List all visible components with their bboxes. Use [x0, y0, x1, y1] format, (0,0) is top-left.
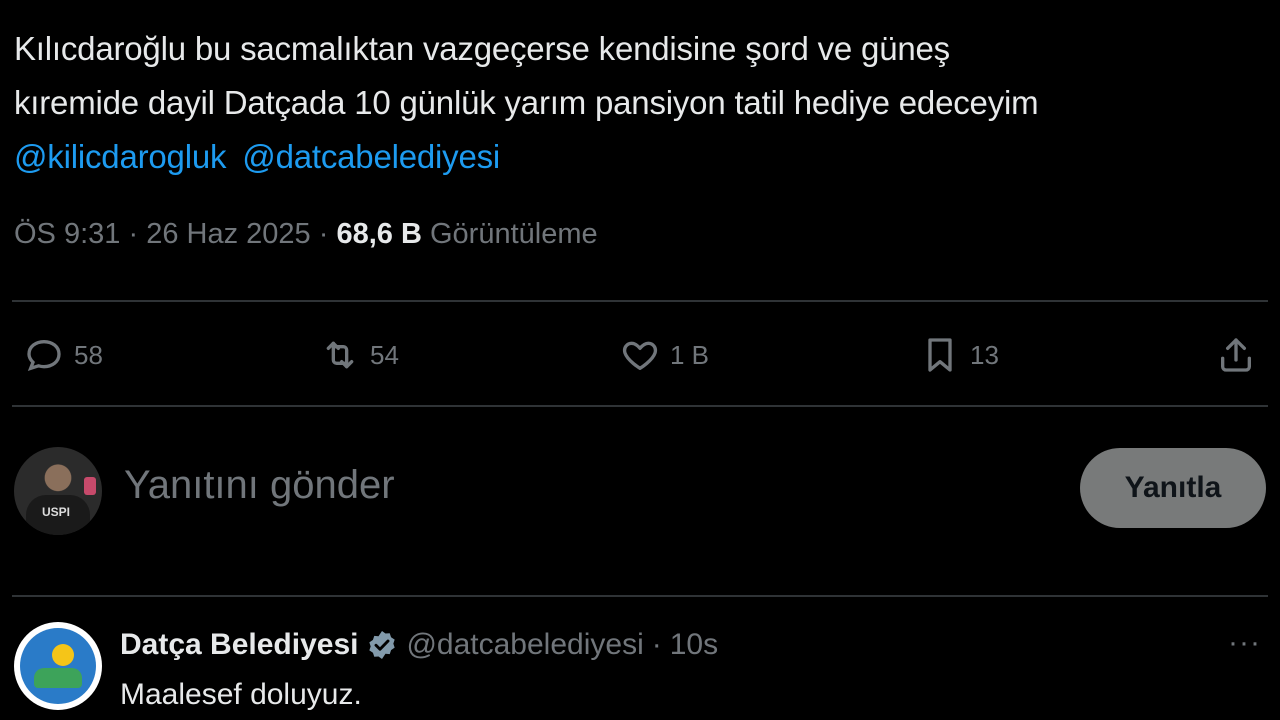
- bookmark-icon: [928, 338, 952, 372]
- reply-count: 58: [74, 339, 103, 370]
- reply-composer: USPI Yanıtla: [0, 445, 1280, 535]
- reply-tweet[interactable]: Datça Belediyesi @datcabelediyesi · 10s …: [0, 612, 1280, 720]
- tweet-line: Kılıcdaroğlu bu sacmalıktan vazgeçerse k…: [14, 30, 950, 67]
- bookmark-count: 13: [970, 339, 999, 370]
- like-count: 1 B: [670, 339, 710, 370]
- logo-land: [34, 668, 82, 688]
- meta-separator: ·: [318, 218, 329, 250]
- more-icon[interactable]: ···: [1228, 626, 1261, 660]
- reply-handle[interactable]: @datcabelediyesi: [406, 628, 643, 662]
- tweet-mentions: @kilicdarogluk @datcabelediyesi: [14, 130, 1264, 184]
- reply-display-name[interactable]: Datça Belediyesi: [120, 628, 358, 662]
- tweet-time[interactable]: ÖS 9:31: [14, 218, 120, 250]
- user-avatar[interactable]: USPI: [14, 447, 102, 535]
- tweet-date[interactable]: 26 Haz 2025: [146, 218, 310, 250]
- retweet-count: 54: [370, 339, 399, 370]
- divider: [12, 595, 1268, 597]
- retweet-icon: [326, 341, 354, 369]
- verified-badge-icon: [369, 631, 396, 659]
- share-button[interactable]: [1216, 330, 1256, 380]
- avatar-accent: [84, 477, 96, 495]
- reply-text: Maalesef doluyuz.: [120, 678, 362, 711]
- bookmark-button[interactable]: 13: [920, 330, 999, 380]
- tweet-meta: ÖS 9:31 · 26 Haz 2025 · 68,6 B Görüntüle…: [14, 218, 598, 251]
- logo-ring: [20, 628, 96, 704]
- retweet-button[interactable]: 54: [320, 330, 399, 380]
- like-button[interactable]: 1 B: [620, 330, 709, 380]
- logo-sun: [52, 644, 74, 666]
- views-label: Görüntüleme: [429, 218, 598, 250]
- datca-logo-avatar[interactable]: [14, 622, 102, 710]
- reply-header: Datça Belediyesi @datcabelediyesi · 10s: [120, 628, 718, 662]
- reply-input[interactable]: [124, 463, 1024, 508]
- heart-icon: [622, 341, 658, 370]
- header-separator: ·: [651, 628, 662, 661]
- speech-bubble-icon: [27, 339, 61, 371]
- mention-link-datcabelediyesi[interactable]: @datcabelediyesi: [242, 138, 500, 175]
- action-bar: 58 54 1 B 13: [0, 330, 1280, 380]
- view-count: 68,6 B: [336, 218, 422, 250]
- reply-button[interactable]: 58: [24, 330, 103, 380]
- meta-separator: ·: [128, 218, 139, 250]
- reply-submit-button[interactable]: Yanıtla: [1080, 448, 1266, 528]
- tweet-line: kıremide dayil Datçada 10 günlük yarım p…: [14, 84, 1039, 121]
- divider: [12, 405, 1268, 407]
- reply-time[interactable]: 10s: [670, 628, 718, 662]
- avatar-shirt-text: USPI: [42, 505, 71, 519]
- tweet-text: Kılıcdaroğlu bu sacmalıktan vazgeçerse k…: [14, 22, 1264, 184]
- divider: [12, 300, 1268, 302]
- share-icon: [1221, 338, 1251, 372]
- mention-link-kilicdarogluk[interactable]: @kilicdarogluk: [14, 138, 226, 175]
